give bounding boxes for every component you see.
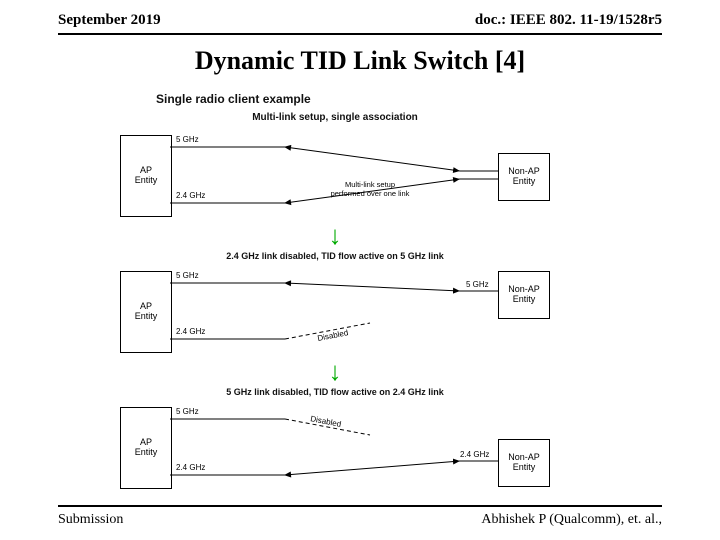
slide: September 2019 doc.: IEEE 802. 11-19/152…: [0, 0, 720, 540]
panel-5ghz-active: AP Entity Non-AP Entity 5 GHz 5 GHz 2.4 …: [120, 263, 550, 359]
label-24ghz-right: 2.4 GHz: [460, 450, 489, 459]
disabled-label: Disabled: [310, 414, 342, 429]
page-title: Dynamic TID Link Switch [4]: [0, 46, 720, 76]
panel-wires: 5 GHz 2.4 GHz Multi-link setup performed…: [170, 127, 500, 223]
header-date: September 2019: [58, 12, 161, 29]
label-5ghz-right: 5 GHz: [466, 280, 489, 289]
label-5ghz: 5 GHz: [176, 407, 199, 416]
header-rule: [58, 33, 662, 35]
caption-bot: 5 GHz link disabled, TID flow active on …: [120, 387, 550, 397]
non-ap-entity-box: Non-AP Entity: [498, 153, 550, 201]
label-24ghz: 2.4 GHz: [176, 191, 205, 200]
label-24ghz: 2.4 GHz: [176, 463, 205, 472]
panel-setup: AP Entity Non-AP Entity 5 GHz 2.4 GHz Mu…: [120, 127, 550, 223]
transition-arrow-icon: ↓: [120, 361, 550, 383]
non-ap-entity-box: Non-AP Entity: [498, 271, 550, 319]
label-24ghz: 2.4 GHz: [176, 327, 205, 336]
label-5ghz: 5 GHz: [176, 135, 199, 144]
non-ap-entity-box: Non-AP Entity: [498, 439, 550, 487]
footer: Submission Abhishek P (Qualcomm), et. al…: [58, 512, 662, 528]
figure-title: Single radio client example: [156, 92, 550, 106]
header: September 2019 doc.: IEEE 802. 11-19/152…: [58, 12, 662, 29]
ap-entity-box: AP Entity: [120, 135, 172, 217]
caption-mid: 2.4 GHz link disabled, TID flow active o…: [120, 251, 550, 261]
footer-left: Submission: [58, 512, 123, 528]
panel-wires: 5 GHz 5 GHz 2.4 GHz Disabled: [170, 263, 500, 359]
disabled-label: Disabled: [317, 328, 349, 343]
figure: Single radio client example Multi-link s…: [120, 92, 550, 495]
panel-24ghz-active: AP Entity Non-AP Entity 5 GHz Disabled 2…: [120, 399, 550, 495]
transition-arrow-icon: ↓: [120, 225, 550, 247]
ap-entity-box: AP Entity: [120, 271, 172, 353]
header-doc: doc.: IEEE 802. 11-19/1528r5: [475, 12, 662, 29]
note-line1: Multi-link setup: [345, 180, 395, 189]
label-5ghz: 5 GHz: [176, 271, 199, 280]
ap-entity-box: AP Entity: [120, 407, 172, 489]
footer-rule: [58, 505, 662, 507]
footer-right: Abhishek P (Qualcomm), et. al.,: [481, 512, 662, 528]
panel-wires: 5 GHz Disabled 2.4 GHz 2.4 GHz: [170, 399, 500, 495]
caption-top: Multi-link setup, single association: [120, 112, 550, 123]
note-line2: performed over one link: [331, 189, 410, 198]
